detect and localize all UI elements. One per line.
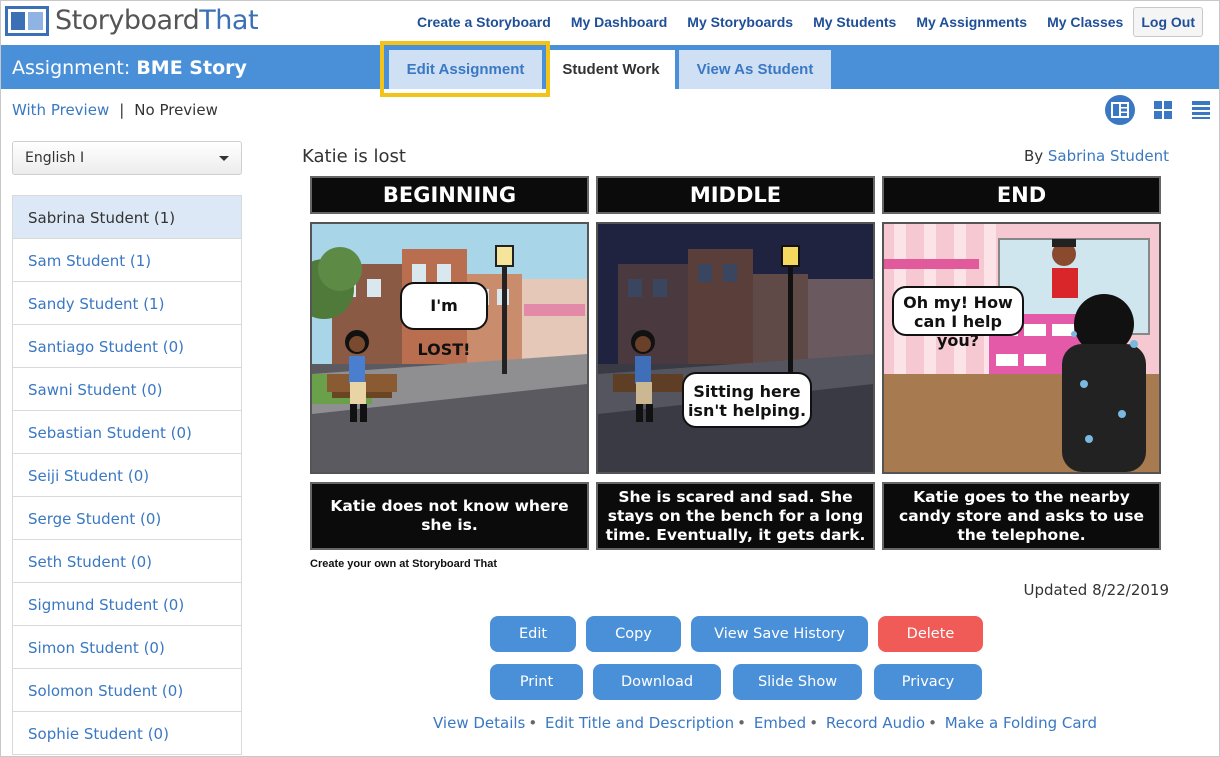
- student-item[interactable]: Sophie Student (0): [13, 712, 241, 755]
- folding-card-link[interactable]: Make a Folding Card: [945, 714, 1097, 732]
- print-button[interactable]: Print: [490, 664, 583, 700]
- nav-my-students[interactable]: My Students: [813, 14, 896, 30]
- storyboard-logo-icon: [5, 5, 49, 36]
- storyboard-author: By Sabrina Student: [1023, 147, 1169, 165]
- cell-heading: END: [882, 176, 1161, 214]
- edit-button[interactable]: Edit: [490, 616, 576, 652]
- class-select[interactable]: English I: [12, 141, 242, 175]
- grid-layout-icon[interactable]: [1153, 100, 1173, 120]
- nav-my-classes[interactable]: My Classes: [1047, 14, 1123, 30]
- student-item[interactable]: Sigmund Student (0): [13, 583, 241, 626]
- embed-link[interactable]: Embed: [754, 714, 806, 732]
- tab-student-work[interactable]: Student Work: [547, 50, 675, 89]
- cell-caption: Katie does not know where she is.: [310, 482, 589, 550]
- student-item[interactable]: Serge Student (0): [13, 497, 241, 540]
- cell-heading: MIDDLE: [596, 176, 875, 214]
- cell-illustration: I'm LOST!: [310, 222, 589, 474]
- download-button[interactable]: Download: [593, 664, 721, 700]
- assignment-bar: Assignment: BME Story Student Work View …: [1, 45, 1219, 89]
- brand-name: StoryboardThat: [55, 5, 259, 36]
- preview-separator: |: [119, 101, 125, 119]
- student-item[interactable]: Sam Student (1): [13, 239, 241, 282]
- cell-caption: Katie goes to the nearby candy store and…: [882, 482, 1161, 550]
- app-frame: StoryboardThat Create a Storyboard My Da…: [0, 0, 1220, 757]
- candy-store-scene: [884, 224, 1159, 472]
- student-item[interactable]: Seth Student (0): [13, 540, 241, 583]
- layout-switcher: [1087, 95, 1211, 125]
- student-item[interactable]: Santiago Student (0): [13, 325, 241, 368]
- delete-button[interactable]: Delete: [878, 616, 983, 652]
- table-layout-icon[interactable]: [1191, 100, 1211, 120]
- student-item[interactable]: Sabrina Student (1): [13, 196, 241, 239]
- brand-logo[interactable]: StoryboardThat: [5, 5, 259, 36]
- view-details-link[interactable]: View Details: [433, 714, 525, 732]
- top-nav: Create a Storyboard My Dashboard My Stor…: [397, 7, 1203, 37]
- footer-links: View Details • Edit Title and Description…: [433, 714, 1097, 732]
- top-bar: StoryboardThat Create a Storyboard My Da…: [1, 1, 1219, 45]
- chevron-down-icon: [219, 156, 229, 161]
- speech-bubble: Oh my! How can I help you?: [892, 286, 1024, 350]
- list-layout-icon[interactable]: [1105, 95, 1135, 125]
- nav-my-assignments[interactable]: My Assignments: [916, 14, 1027, 30]
- storyboard-credit: Create your own at Storyboard That: [310, 558, 498, 570]
- cell-heading: BEGINNING: [310, 176, 589, 214]
- view-save-history-button[interactable]: View Save History: [691, 616, 868, 652]
- student-item[interactable]: Sawni Student (0): [13, 368, 241, 411]
- updated-date: Updated 8/22/2019: [1023, 581, 1169, 599]
- edit-title-link[interactable]: Edit Title and Description: [545, 714, 734, 732]
- privacy-button[interactable]: Privacy: [874, 664, 982, 700]
- student-item[interactable]: Simon Student (0): [13, 626, 241, 669]
- student-item[interactable]: Seiji Student (0): [13, 454, 241, 497]
- student-list: Sabrina Student (1) Sam Student (1) Sand…: [12, 195, 242, 755]
- class-select-value: English I: [25, 150, 85, 166]
- student-item[interactable]: Sandy Student (1): [13, 282, 241, 325]
- edit-assignment-highlight: [380, 41, 550, 97]
- speech-bubble: I'm LOST!: [400, 282, 488, 359]
- student-item[interactable]: Solomon Student (0): [13, 669, 241, 712]
- nav-my-storyboards[interactable]: My Storyboards: [687, 14, 793, 30]
- cell-illustration: Sitting here isn't helping.: [596, 222, 875, 474]
- no-preview-label[interactable]: No Preview: [134, 101, 218, 119]
- record-audio-link[interactable]: Record Audio: [826, 714, 925, 732]
- tab-view-as-student[interactable]: View As Student: [679, 50, 831, 89]
- storyboard-title: Katie is lost: [302, 146, 406, 167]
- copy-button[interactable]: Copy: [586, 616, 681, 652]
- nav-my-dashboard[interactable]: My Dashboard: [571, 14, 667, 30]
- preview-toggle: With Preview | No Preview: [12, 101, 218, 119]
- cell-illustration: Oh my! How can I help you?: [882, 222, 1161, 474]
- assignment-title: Assignment: BME Story: [12, 57, 247, 79]
- with-preview-link[interactable]: With Preview: [12, 101, 109, 119]
- nav-create-storyboard[interactable]: Create a Storyboard: [417, 14, 551, 30]
- cell-caption: She is scared and sad. She stays on the …: [596, 482, 875, 550]
- speech-bubble: Sitting here isn't helping.: [682, 372, 812, 428]
- student-item[interactable]: Sebastian Student (0): [13, 411, 241, 454]
- street-night-scene: [598, 224, 873, 472]
- author-link[interactable]: Sabrina Student: [1048, 147, 1169, 165]
- logout-button[interactable]: Log Out: [1133, 7, 1203, 37]
- slide-show-button[interactable]: Slide Show: [733, 664, 862, 700]
